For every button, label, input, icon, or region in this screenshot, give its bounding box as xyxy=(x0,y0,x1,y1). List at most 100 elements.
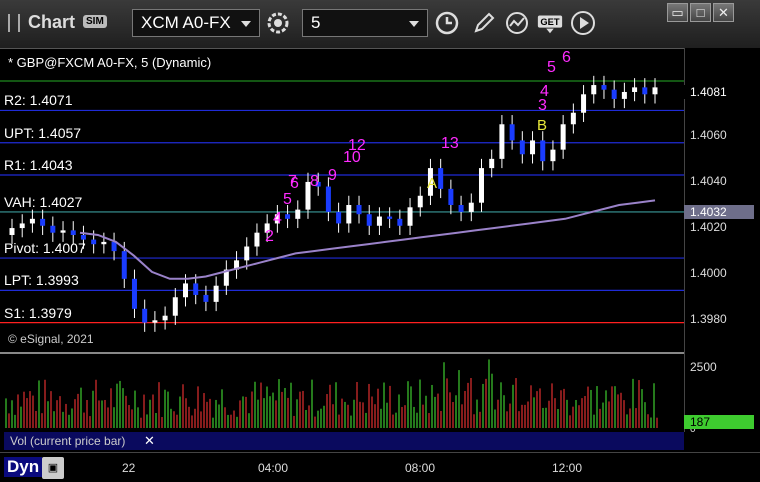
settings-button[interactable] xyxy=(264,9,292,37)
calendar-icon[interactable]: ▣ xyxy=(42,457,64,479)
candle[interactable] xyxy=(591,85,597,95)
setup-count-label: 8 xyxy=(310,173,319,190)
svg-text:GET: GET xyxy=(540,17,559,27)
pencil-icon xyxy=(474,12,495,33)
candle[interactable] xyxy=(111,241,117,252)
candle[interactable] xyxy=(203,294,209,302)
setup-count-label: 6 xyxy=(562,49,571,66)
price-chart[interactable]: 24567 8 91012 133456AB xyxy=(0,48,684,432)
candle[interactable] xyxy=(601,85,607,90)
candle[interactable] xyxy=(458,205,464,212)
vwap-price-tag: 1.4032 xyxy=(684,205,754,219)
volume-study-label[interactable]: Vol (current price bar) ✕ xyxy=(4,432,684,450)
close-button[interactable]: ✕ xyxy=(713,3,734,22)
time-tick: 12:00 xyxy=(552,461,583,475)
candle[interactable] xyxy=(397,218,403,226)
candle[interactable] xyxy=(325,186,331,212)
candle[interactable] xyxy=(489,158,495,169)
setup-count-label: 7 xyxy=(288,173,297,190)
candle[interactable] xyxy=(632,87,638,92)
candle[interactable] xyxy=(172,297,178,316)
maximize-button[interactable]: □ xyxy=(690,3,711,22)
studies-button[interactable] xyxy=(503,9,531,37)
drag-handle[interactable] xyxy=(8,14,20,32)
candle[interactable] xyxy=(336,211,342,224)
chart-toolbar: Chart SIM XCM A0-FX 5 GET ▭ □ ✕ xyxy=(0,0,760,49)
get-button[interactable]: GET xyxy=(536,9,566,37)
candle[interactable] xyxy=(29,218,35,224)
close-icon: ✕ xyxy=(718,5,729,20)
volume-last-tag: 187 xyxy=(684,415,754,429)
candle[interactable] xyxy=(621,91,627,99)
pane-separator[interactable] xyxy=(0,352,684,354)
candle[interactable] xyxy=(356,205,362,215)
copyright: © eSignal, 2021 xyxy=(8,332,94,346)
candle[interactable] xyxy=(60,230,66,233)
candle[interactable] xyxy=(213,285,219,302)
last-price-tag: 1.4081 xyxy=(684,85,754,99)
candle[interactable] xyxy=(530,140,536,155)
candle[interactable] xyxy=(101,241,107,245)
candle[interactable] xyxy=(121,251,127,279)
candle[interactable] xyxy=(550,149,556,162)
candle[interactable] xyxy=(611,89,617,99)
candle[interactable] xyxy=(560,124,566,150)
candle[interactable] xyxy=(519,140,525,155)
play-button[interactable] xyxy=(569,9,597,37)
candle[interactable] xyxy=(50,225,56,233)
candle[interactable] xyxy=(295,209,301,219)
time-button[interactable] xyxy=(433,9,461,37)
candle[interactable] xyxy=(570,112,576,125)
candle[interactable] xyxy=(581,94,587,113)
candle[interactable] xyxy=(131,278,137,309)
candle[interactable] xyxy=(285,214,291,219)
interval-select[interactable]: 5 xyxy=(302,9,428,37)
symbol-select[interactable]: XCM A0-FX xyxy=(132,9,260,37)
price-axis[interactable] xyxy=(684,48,760,432)
candle[interactable] xyxy=(387,216,393,219)
candle[interactable] xyxy=(70,230,76,235)
candle[interactable] xyxy=(244,246,250,261)
setup-count-label: 5 xyxy=(547,59,556,76)
candle[interactable] xyxy=(142,308,148,323)
price-tick: 1.4040 xyxy=(690,173,727,188)
candle[interactable] xyxy=(478,168,484,203)
candle[interactable] xyxy=(468,202,474,212)
candle[interactable] xyxy=(346,205,352,224)
candle[interactable] xyxy=(438,168,444,189)
price-tick: 1.4000 xyxy=(690,266,727,281)
candle[interactable] xyxy=(652,87,658,95)
chevron-down-icon xyxy=(241,21,251,27)
volume-label-text: Vol (current price bar) xyxy=(10,434,126,448)
candle[interactable] xyxy=(9,228,15,235)
symbol-label: * GBP@FXCM A0-FX, 5 (Dynamic) xyxy=(8,55,212,70)
candle[interactable] xyxy=(91,239,97,245)
dynamic-label[interactable]: Dyn xyxy=(4,457,43,477)
close-icon[interactable]: ✕ xyxy=(138,432,155,450)
draw-button[interactable] xyxy=(470,9,498,37)
candle[interactable] xyxy=(193,283,199,295)
candle[interactable] xyxy=(540,140,546,162)
get-icon: GET xyxy=(537,15,563,34)
time-tick: 08:00 xyxy=(405,461,436,475)
time-axis[interactable]: Dyn ▣ 22 04:00 08:00 12:00 xyxy=(0,452,760,482)
restore-button[interactable]: ▭ xyxy=(667,3,688,22)
candle[interactable] xyxy=(40,218,46,226)
candle[interactable] xyxy=(183,283,189,298)
candle[interactable] xyxy=(366,214,372,226)
candle[interactable] xyxy=(376,216,382,226)
candle[interactable] xyxy=(19,223,25,229)
candle[interactable] xyxy=(254,232,260,247)
candle[interactable] xyxy=(499,124,505,159)
candle[interactable] xyxy=(448,188,454,205)
level-label: LPT: 1.3993 xyxy=(4,272,79,289)
setup-count-label: 5 xyxy=(283,191,292,208)
candle[interactable] xyxy=(152,320,158,323)
candle[interactable] xyxy=(642,87,648,95)
candle[interactable] xyxy=(162,315,168,321)
candle[interactable] xyxy=(509,124,515,141)
candle[interactable] xyxy=(417,195,423,208)
candle[interactable] xyxy=(80,234,86,240)
candle[interactable] xyxy=(407,207,413,226)
level-label: Pivot: 1.4007 xyxy=(4,240,86,257)
